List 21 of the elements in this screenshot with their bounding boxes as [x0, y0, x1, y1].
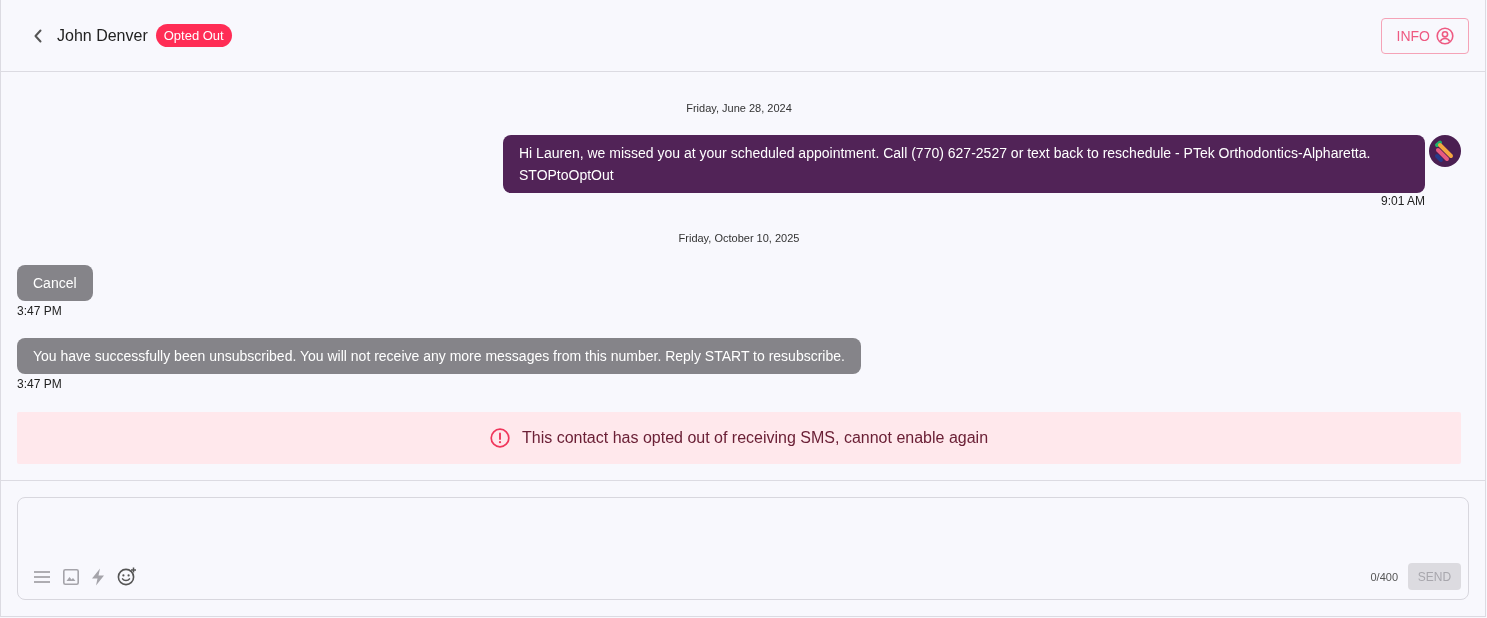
- alert-icon: [489, 428, 510, 448]
- alert-text: This contact has opted out of receiving SMS, cannot enable again: [521, 429, 989, 447]
- message-bubble: Cancel: [17, 265, 93, 301]
- date-divider-label: Friday, October 10, 2025: [678, 231, 800, 245]
- lightning-icon[interactable]: [91, 567, 105, 586]
- date-divider-label: Friday, June 28, 2024: [686, 101, 792, 115]
- emoji-add-icon[interactable]: [117, 567, 137, 586]
- character-counter: 0/400: [1370, 570, 1398, 583]
- image-icon[interactable]: [63, 568, 79, 585]
- contact-name: John Denver: [57, 26, 148, 45]
- user-circle-icon: [1436, 26, 1454, 45]
- avatar-icon: [1429, 135, 1461, 167]
- message-bubble: Hi Lauren, we missed you at your scheduled appointment. Call (770) 627-2527 or text back to reschedule - PTek Orthodontics-Alpharetta. STOPtoOptOut: [503, 135, 1425, 193]
- status-badge: Opted Out: [155, 24, 232, 47]
- text-lines-icon[interactable]: [33, 569, 51, 584]
- chevron-left-icon: [34, 28, 42, 43]
- info-button[interactable]: INFO: [1380, 17, 1469, 54]
- message-bubble: You have successfully been unsubscribed. You will not receive any more messages from this number. Reply START to resubscribe.: [17, 338, 861, 374]
- message-time: 3:47 PM: [17, 377, 62, 391]
- message-time: 3:47 PM: [17, 304, 62, 318]
- message-time: 9:01 AM: [1380, 194, 1425, 208]
